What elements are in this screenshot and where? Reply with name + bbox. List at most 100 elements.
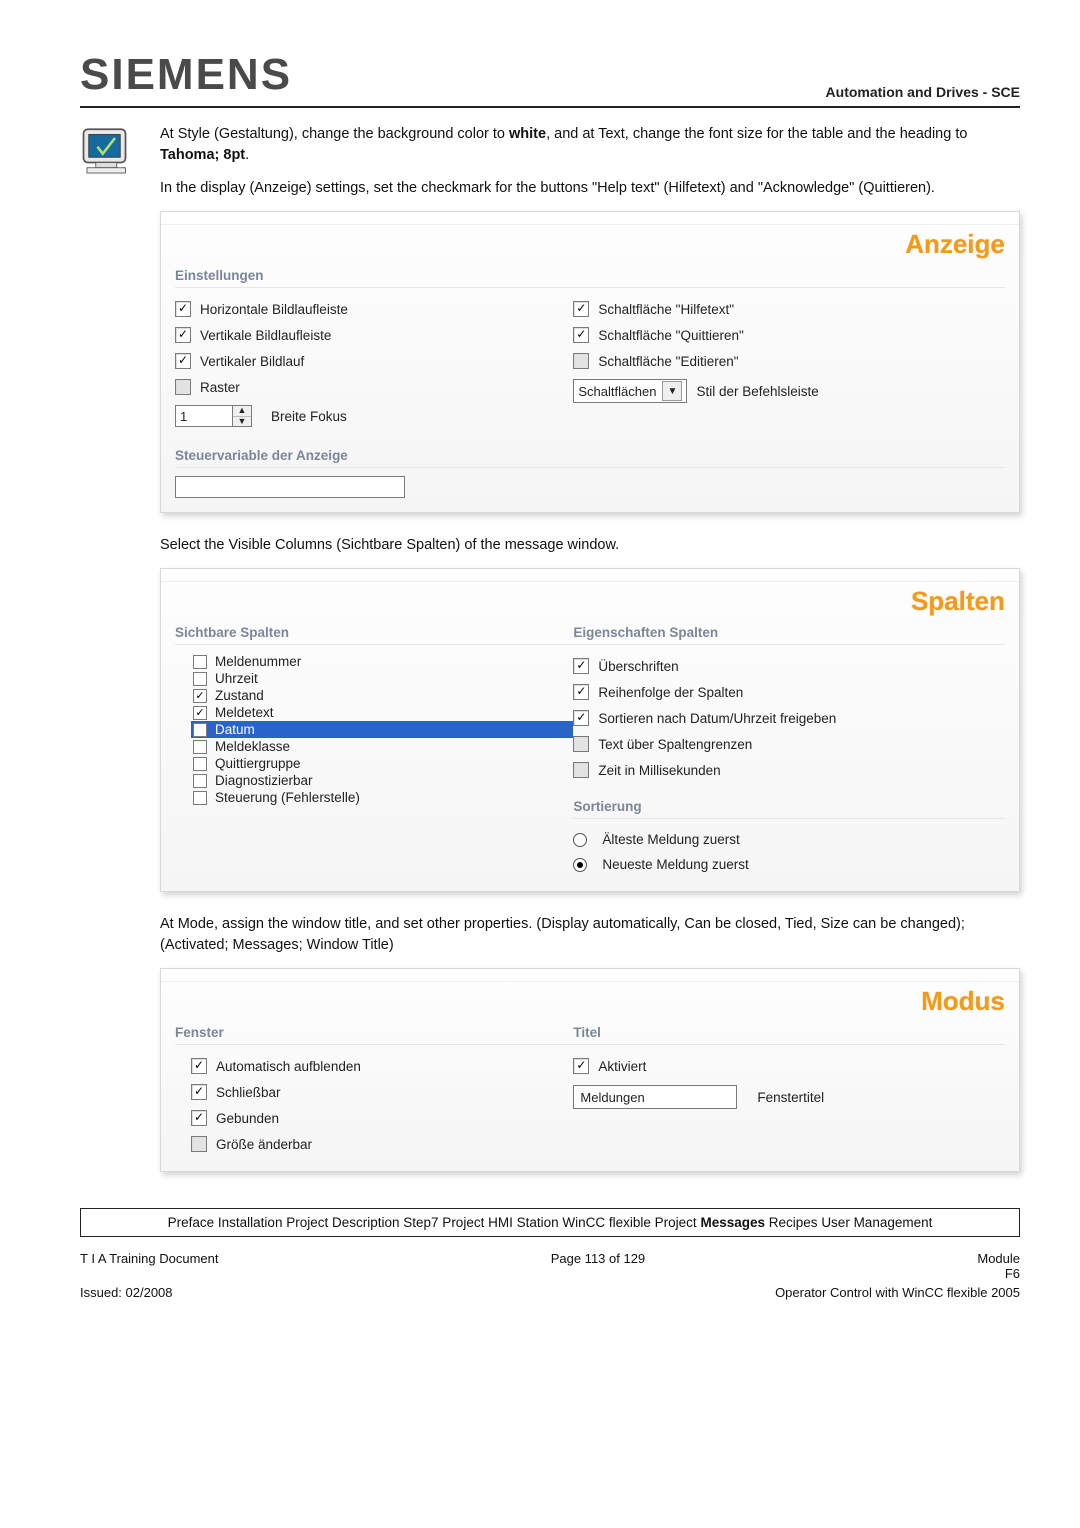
bc-messages: Messages bbox=[700, 1215, 765, 1230]
lb-steuerung[interactable] bbox=[193, 791, 207, 805]
chk-closeable[interactable] bbox=[191, 1084, 207, 1100]
lb-uhrzeit[interactable] bbox=[193, 672, 207, 686]
lbl-meldeklasse: Meldeklasse bbox=[215, 739, 290, 754]
window-title-input[interactable]: Meldungen bbox=[573, 1085, 737, 1109]
toolbar-style-select[interactable]: Schaltflächen ▼ bbox=[573, 379, 687, 403]
chk-aktiviert[interactable] bbox=[573, 1058, 589, 1074]
bc-install: Installation bbox=[218, 1215, 283, 1230]
focus-width-value[interactable]: 1 bbox=[175, 405, 233, 427]
lbl-resizable: Größe änderbar bbox=[216, 1137, 312, 1152]
p1-d: Tahoma; 8pt bbox=[160, 147, 245, 163]
breadcrumb: Preface Installation Project Description… bbox=[80, 1208, 1020, 1237]
anzeige-title: Anzeige bbox=[161, 225, 1019, 262]
sec-sortierung: Sortierung bbox=[573, 793, 1005, 819]
chk-horiz-scroll[interactable] bbox=[175, 301, 191, 317]
chk-vert-bildlauf[interactable] bbox=[175, 353, 191, 369]
toolbar-style-value: Schaltflächen bbox=[578, 384, 656, 399]
lbl-auto-show: Automatisch aufblenden bbox=[216, 1059, 361, 1074]
lbl-focus-width: Breite Fokus bbox=[271, 409, 347, 424]
paragraph-style: At Style (Gestaltung), change the backgr… bbox=[160, 124, 1020, 166]
chk-hilfetext[interactable] bbox=[573, 301, 589, 317]
sec-sichtbare-spalten: Sichtbare Spalten bbox=[175, 619, 573, 645]
lb-meldetext[interactable] bbox=[193, 706, 207, 720]
steuervariable-input[interactable] bbox=[175, 476, 405, 498]
chk-bound[interactable] bbox=[191, 1110, 207, 1126]
lbl-aktiviert: Aktiviert bbox=[598, 1059, 646, 1074]
lbl-diagnostizierbar: Diagnostizierbar bbox=[215, 773, 313, 788]
sec-titel: Titel bbox=[573, 1019, 1005, 1045]
lbl-meldenummer: Meldenummer bbox=[215, 654, 301, 669]
p1-a: At Style (Gestaltung), change the backgr… bbox=[160, 126, 509, 142]
chk-resizable[interactable] bbox=[191, 1136, 207, 1152]
chk-text-ueber-grenzen[interactable] bbox=[573, 736, 589, 752]
lbl-zustand: Zustand bbox=[215, 688, 264, 703]
lb-quittiergruppe[interactable] bbox=[193, 757, 207, 771]
p1-c: , and at Text, change the font size for … bbox=[546, 126, 967, 142]
focus-width-stepper[interactable]: 1 ▲▼ bbox=[175, 405, 252, 427]
lbl-vert-bildlauf: Vertikaler Bildlauf bbox=[200, 354, 304, 369]
brand-logo: SIEMENS bbox=[80, 50, 292, 100]
chk-sortieren-datum[interactable] bbox=[573, 710, 589, 726]
chk-editieren[interactable] bbox=[573, 353, 589, 369]
lbl-raster: Raster bbox=[200, 380, 240, 395]
lb-meldenummer[interactable] bbox=[193, 655, 207, 669]
lbl-hilfetext: Schaltfläche "Hilfetext" bbox=[598, 302, 734, 317]
paragraph-mode: At Mode, assign the window title, and se… bbox=[160, 914, 1020, 956]
lbl-meldetext: Meldetext bbox=[215, 705, 274, 720]
modus-title: Modus bbox=[161, 982, 1019, 1019]
bc-wincc: WinCC flexible Project bbox=[562, 1215, 696, 1230]
spalten-title: Spalten bbox=[161, 582, 1019, 619]
lb-diagnostizierbar[interactable] bbox=[193, 774, 207, 788]
lbl-editieren: Schaltfläche "Editieren" bbox=[598, 354, 738, 369]
chevron-down-icon[interactable]: ▼ bbox=[662, 381, 682, 401]
anzeige-sec-steuervar: Steuervariable der Anzeige bbox=[175, 442, 1005, 468]
lbl-horiz-scroll: Horizontale Bildlaufleiste bbox=[200, 302, 348, 317]
lbl-uhrzeit: Uhrzeit bbox=[215, 671, 258, 686]
lbl-toolbar-style: Stil der Befehlsleiste bbox=[696, 384, 818, 399]
bc-proj: Project Description bbox=[286, 1215, 399, 1230]
paragraph-columns: Select the Visible Columns (Sichtbare Sp… bbox=[160, 535, 1020, 556]
chk-ueberschriften[interactable] bbox=[573, 658, 589, 674]
header-right: Automation and Drives - SCE bbox=[826, 84, 1020, 100]
spalten-panel: Spalten Sichtbare Spalten Meldenummer Uh… bbox=[160, 568, 1020, 892]
visible-columns-list[interactable]: Meldenummer Uhrzeit Zustand Meldetext Da… bbox=[191, 653, 573, 806]
list-row-selected[interactable]: Datum bbox=[191, 721, 573, 738]
lbl-text-ueber-grenzen: Text über Spaltengrenzen bbox=[598, 737, 752, 752]
footer-center1: Page 113 of 129 bbox=[551, 1251, 645, 1266]
footer-left1: T I A Training Document bbox=[80, 1251, 219, 1266]
bc-user: User Management bbox=[821, 1215, 932, 1230]
lbl-reihenfolge: Reihenfolge der Spalten bbox=[598, 685, 743, 700]
chk-reihenfolge[interactable] bbox=[573, 684, 589, 700]
footer-left2: Issued: 02/2008 bbox=[80, 1285, 173, 1300]
stepper-down-icon[interactable]: ▼ bbox=[233, 417, 251, 427]
footer-right1: Module bbox=[977, 1251, 1020, 1266]
paragraph-display: In the display (Anzeige) settings, set t… bbox=[160, 178, 1020, 199]
chk-quittieren[interactable] bbox=[573, 327, 589, 343]
anzeige-sec-einstellungen: Einstellungen bbox=[175, 262, 1005, 288]
lb-meldeklasse[interactable] bbox=[193, 740, 207, 754]
bc-preface: Preface bbox=[168, 1215, 215, 1230]
chk-zeit-ms[interactable] bbox=[573, 762, 589, 778]
lb-zustand[interactable] bbox=[193, 689, 207, 703]
lbl-datum: Datum bbox=[215, 722, 255, 737]
chk-vert-scroll[interactable] bbox=[175, 327, 191, 343]
p1-b: white bbox=[509, 126, 546, 142]
anzeige-panel: Anzeige Einstellungen Horizontale Bildla… bbox=[160, 211, 1020, 513]
chk-auto-show[interactable] bbox=[191, 1058, 207, 1074]
lbl-quittiergruppe: Quittiergruppe bbox=[215, 756, 301, 771]
lbl-zeit-ms: Zeit in Millisekunden bbox=[598, 763, 720, 778]
lbl-fenstertitel: Fenstertitel bbox=[757, 1090, 824, 1105]
lbl-oldest-first: Älteste Meldung zuerst bbox=[602, 832, 739, 847]
sec-fenster: Fenster bbox=[175, 1019, 573, 1045]
lbl-ueberschriften: Überschriften bbox=[598, 659, 678, 674]
footer-right2: F6 bbox=[1005, 1266, 1020, 1281]
lbl-sortieren-datum: Sortieren nach Datum/Uhrzeit freigeben bbox=[598, 711, 836, 726]
sec-eigenschaften-spalten: Eigenschaften Spalten bbox=[573, 619, 1005, 645]
radio-oldest-first[interactable] bbox=[573, 833, 587, 847]
lb-datum[interactable] bbox=[193, 723, 207, 737]
bc-hmi: HMI Station bbox=[488, 1215, 559, 1230]
lbl-bound: Gebunden bbox=[216, 1111, 279, 1126]
radio-newest-first[interactable] bbox=[573, 858, 587, 872]
stepper-up-icon[interactable]: ▲ bbox=[233, 406, 251, 417]
chk-raster[interactable] bbox=[175, 379, 191, 395]
